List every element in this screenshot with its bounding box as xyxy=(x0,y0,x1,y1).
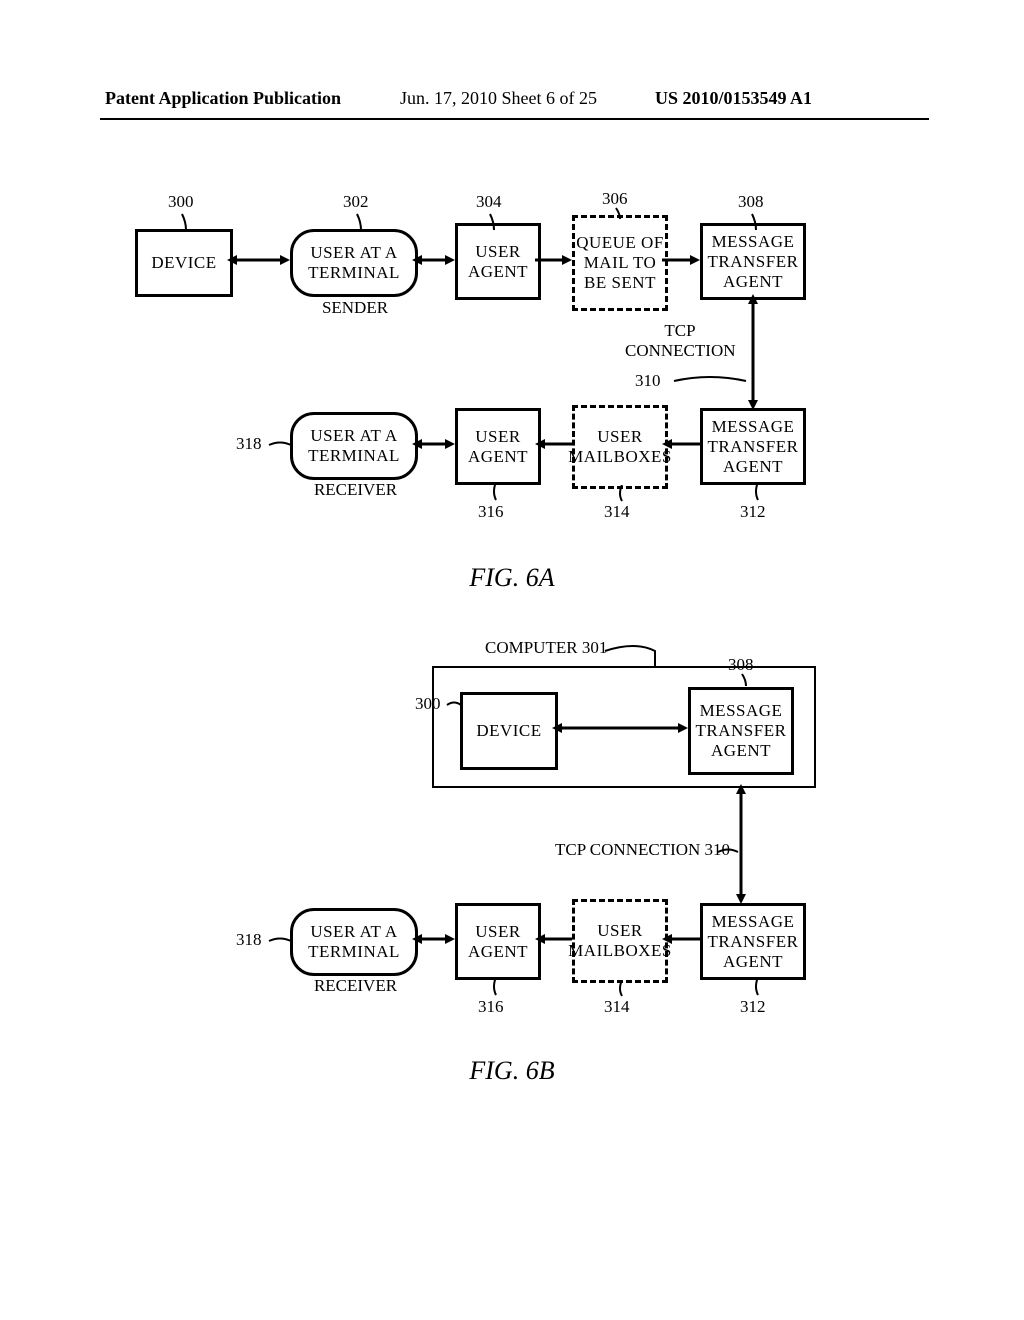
label-tcp-a: TCP CONNECTION xyxy=(625,321,735,361)
arrow-device-mta-b xyxy=(552,721,688,735)
box-user-agent-b: USER AGENT xyxy=(455,903,541,980)
arrow-mail-ua-a xyxy=(535,437,572,451)
label-receiver-a: RECEIVER xyxy=(308,480,403,500)
tick-306-a xyxy=(614,206,626,228)
box-user-agent-top-a: USER AGENT xyxy=(455,223,541,300)
box-user-agent-bot-a: USER AGENT xyxy=(455,408,541,485)
tick-310-a xyxy=(674,376,746,386)
fig-title-6a: FIG. 6A xyxy=(0,563,1024,593)
arrow-mta-mail-a xyxy=(662,437,700,451)
box-mta-top-b: MESSAGE TRANSFER AGENT xyxy=(688,687,794,775)
ref-312-b: 312 xyxy=(740,997,766,1017)
tick-310-b xyxy=(718,847,738,857)
arrow-tcp-b xyxy=(734,784,748,904)
tick-300-a xyxy=(180,212,192,234)
tick-312-b xyxy=(752,977,764,999)
box-queue: QUEUE OF MAIL TO BE SENT xyxy=(572,215,668,311)
tick-316-a xyxy=(490,482,502,504)
label-sender: SENDER xyxy=(310,298,400,318)
arrow-device-sender xyxy=(227,253,290,267)
tick-316-b xyxy=(490,977,502,999)
box-mailboxes-a: USER MAILBOXES xyxy=(572,405,668,489)
tick-308-b xyxy=(740,672,752,694)
ref-316-b: 316 xyxy=(478,997,504,1017)
ref-316-a: 316 xyxy=(478,502,504,522)
label-tcp-b: TCP CONNECTION 310 xyxy=(555,840,730,860)
tick-302-a xyxy=(355,212,367,234)
arrow-mta-mail-b xyxy=(662,932,700,946)
arrow-ua-queue xyxy=(535,253,572,267)
oval-receiver-terminal-a: USER AT A TERMINAL xyxy=(290,412,418,480)
tick-computer-301 xyxy=(605,645,661,669)
ref-308-a: 308 xyxy=(738,192,764,212)
diagram-canvas: DEVICE USER AT A TERMINAL SENDER USER AG… xyxy=(0,0,1024,1320)
box-mailboxes-b: USER MAILBOXES xyxy=(572,899,668,983)
ref-300-b: 300 xyxy=(415,694,441,714)
fig-title-6b: FIG. 6B xyxy=(0,1056,1024,1086)
box-device-a: DEVICE xyxy=(135,229,233,297)
arrow-tcp-a xyxy=(746,294,760,410)
tick-300-b xyxy=(447,700,461,710)
tick-304-a xyxy=(488,212,500,234)
oval-sender-terminal: USER AT A TERMINAL xyxy=(290,229,418,297)
arrow-ua-receiver-b xyxy=(412,932,455,946)
ref-318-a: 318 xyxy=(236,434,262,454)
box-mta-top-a: MESSAGE TRANSFER AGENT xyxy=(700,223,806,300)
ref-318-b: 318 xyxy=(236,930,262,950)
arrow-mail-ua-b xyxy=(535,932,572,946)
box-mta-bot-b: MESSAGE TRANSFER AGENT xyxy=(700,903,806,980)
tick-314-a xyxy=(616,485,628,507)
label-receiver-b: RECEIVER xyxy=(308,976,403,996)
label-computer-301: COMPUTER 301 xyxy=(485,638,607,658)
tick-314-b xyxy=(616,980,628,1002)
tick-318-a xyxy=(269,440,291,450)
tick-318-b xyxy=(269,936,291,946)
box-device-b: DEVICE xyxy=(460,692,558,770)
ref-304-a: 304 xyxy=(476,192,502,212)
ref-302-a: 302 xyxy=(343,192,369,212)
box-mta-bot-a: MESSAGE TRANSFER AGENT xyxy=(700,408,806,485)
arrow-sender-ua xyxy=(412,253,455,267)
ref-312-a: 312 xyxy=(740,502,766,522)
tick-312-a xyxy=(752,482,764,504)
ref-310-a: 310 xyxy=(635,371,661,391)
ref-300-a: 300 xyxy=(168,192,194,212)
arrow-ua-receiver-a xyxy=(412,437,455,451)
tick-308-a xyxy=(750,212,762,234)
oval-receiver-terminal-b: USER AT A TERMINAL xyxy=(290,908,418,976)
arrow-queue-mta xyxy=(662,253,700,267)
